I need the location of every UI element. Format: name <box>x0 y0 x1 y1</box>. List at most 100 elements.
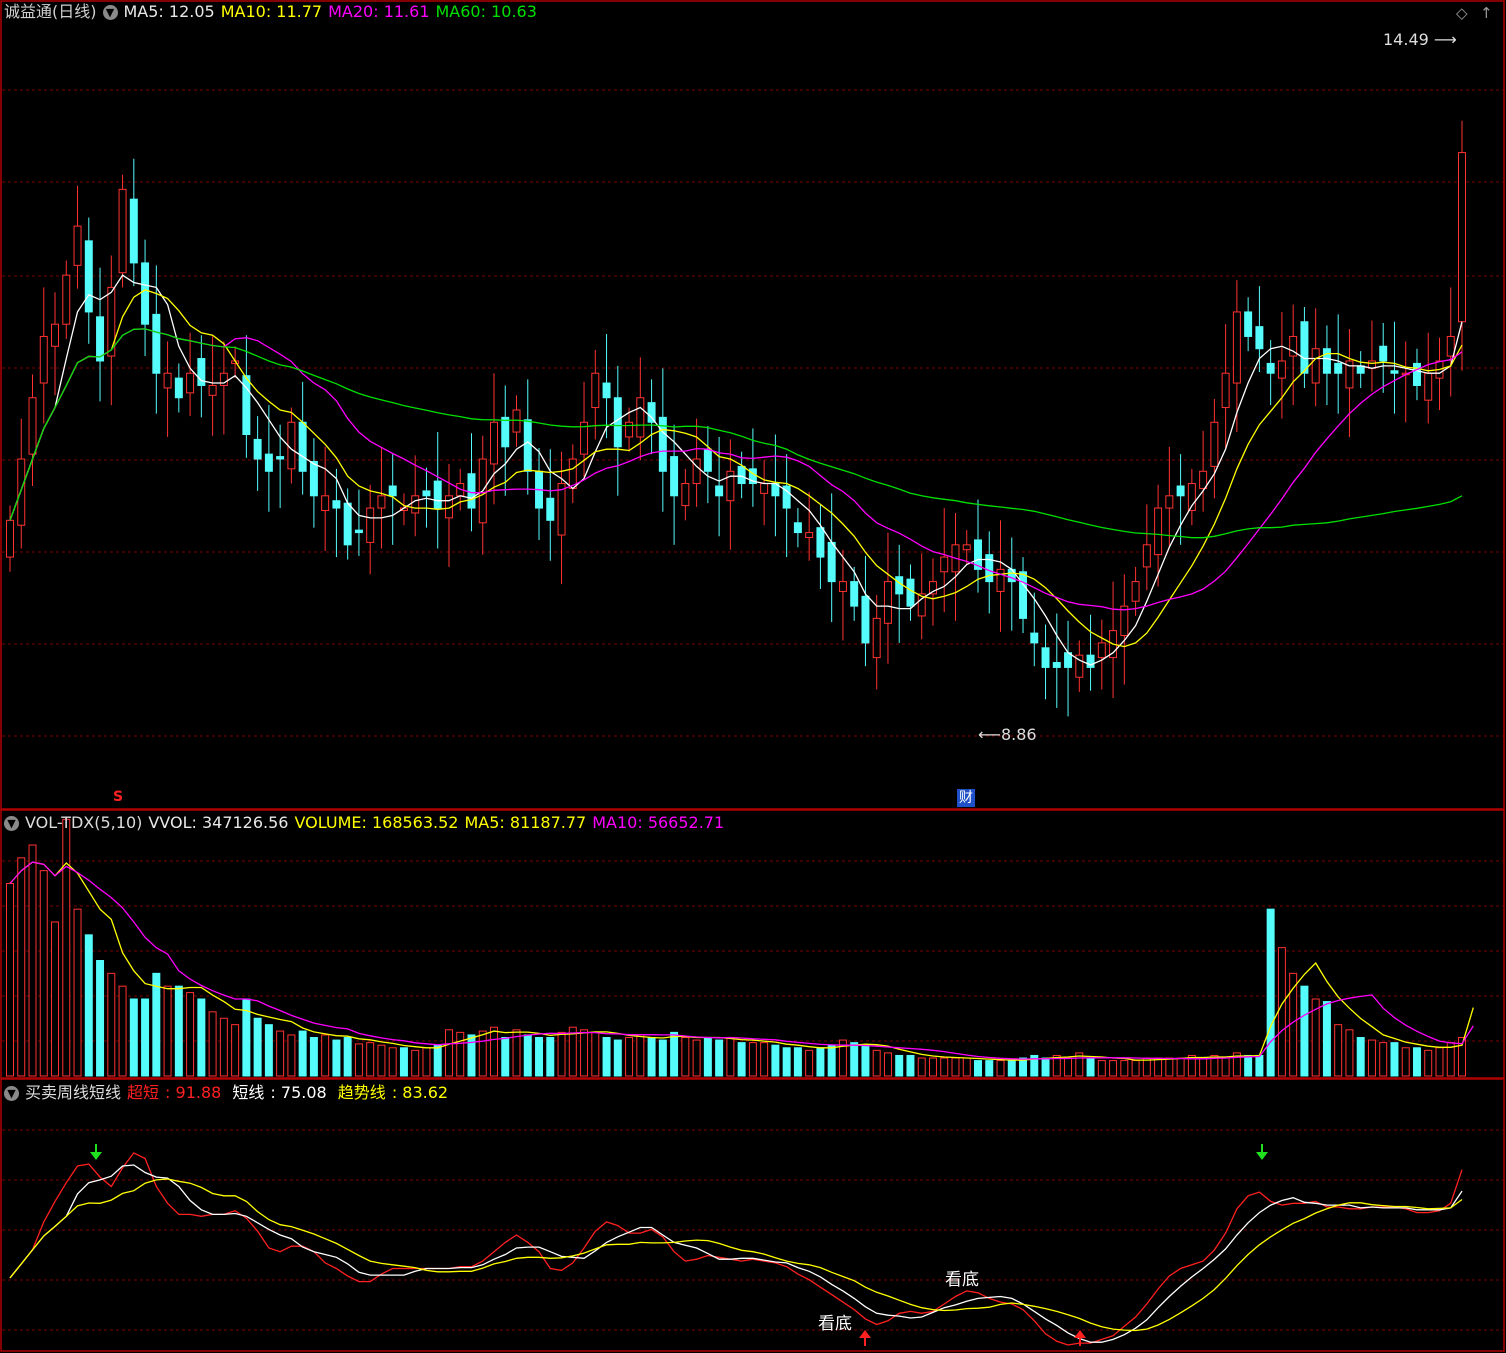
ma60-value: MA60: 10.63 <box>435 2 537 21</box>
dropdown-icon[interactable]: ▼ <box>102 5 118 20</box>
vvol-value: VVOL: 347126.56 <box>148 813 289 832</box>
volume-bar <box>928 1057 937 1077</box>
dropdown-icon[interactable]: ▼ <box>4 816 19 831</box>
duanxian-line <box>9 1164 1463 1343</box>
volume-bar <box>1199 1057 1208 1077</box>
candle-body <box>670 456 679 497</box>
ma5-value: MA5: 12.05 <box>123 2 215 21</box>
volume-bar <box>985 1060 994 1077</box>
candle-body <box>962 544 971 551</box>
volume-bar <box>1367 1039 1376 1077</box>
vol-ma10-value: MA10: 56652.71 <box>592 813 725 832</box>
chaoduan-value: : 91.88 <box>165 1083 222 1102</box>
candle-body <box>321 495 330 512</box>
candle-body <box>174 377 183 399</box>
sell-signal-mark: S <box>113 789 124 805</box>
volume-bar <box>208 1011 217 1077</box>
ma10-value: MA10: 11.77 <box>220 2 323 21</box>
volume-bar <box>1221 1057 1230 1077</box>
diamond-icon[interactable]: ◇ <box>1456 4 1468 22</box>
volume-pane-header: ▼ VOL-TDX(5,10) VVOL: 347126.56 VOLUME: 168… <box>4 811 730 835</box>
duanxian-value: : 75.08 <box>270 1083 327 1102</box>
volume-bar <box>591 1031 600 1077</box>
volume-bar <box>298 1030 307 1077</box>
candle-body <box>73 225 82 266</box>
candle-body <box>692 458 701 485</box>
volume-bar <box>264 1024 273 1077</box>
candle-body <box>1165 495 1174 509</box>
candle-body <box>253 438 262 460</box>
candle-body <box>343 502 352 546</box>
volume-bar <box>523 1034 532 1077</box>
volume-bar <box>625 1037 634 1077</box>
volume-bar <box>186 992 195 1077</box>
volume-bar <box>39 870 48 1077</box>
volume-bar <box>309 1037 318 1077</box>
volume-bar <box>951 1057 960 1077</box>
volume-bar <box>557 1031 566 1077</box>
volume-bar <box>219 1017 228 1077</box>
volume-bar <box>411 1049 420 1077</box>
qushi-line <box>9 1178 1463 1332</box>
candle-body <box>1311 348 1320 384</box>
volume-bar <box>152 972 161 1077</box>
chart-canvas <box>0 0 1505 1352</box>
volume-bar <box>1244 1054 1253 1077</box>
candle-body <box>1221 372 1230 409</box>
volume-bar <box>1424 1049 1433 1077</box>
candle-body <box>62 274 71 325</box>
candle-body <box>1390 370 1399 374</box>
candle-body <box>838 581 847 592</box>
volume-bar <box>1277 947 1286 1077</box>
candle-body <box>208 384 217 396</box>
candle-body <box>647 402 656 423</box>
candle-body <box>411 495 420 514</box>
volume-bar <box>962 1057 971 1077</box>
volume-bar <box>1266 908 1275 1077</box>
up-arrow-icon[interactable]: ↑ <box>1480 4 1493 22</box>
candle-body <box>591 372 600 409</box>
low-price-label: ⟵8.86 <box>978 725 1037 744</box>
volume-bar <box>1064 1057 1073 1077</box>
volume-bar <box>805 1049 814 1077</box>
candle-body <box>512 409 521 433</box>
candle-body <box>883 581 892 624</box>
candle-body <box>1131 581 1140 602</box>
candle-body <box>354 529 363 534</box>
candle-body <box>28 397 37 455</box>
finance-marker[interactable]: 财 <box>957 789 975 807</box>
volume-bar <box>1165 1057 1174 1077</box>
price-pane-header: 诚益通(日线) ▼ MA5: 12.05 MA10: 11.77 MA20: 11.61… <box>4 0 543 24</box>
dropdown-icon[interactable]: ▼ <box>4 1086 19 1101</box>
volume-bar <box>580 1029 589 1077</box>
volume-bar <box>276 1030 285 1077</box>
volume-bar <box>782 1047 791 1077</box>
volume-bar <box>974 1060 982 1077</box>
volume-bar <box>613 1039 622 1077</box>
ma20-value: MA20: 11.61 <box>328 2 430 21</box>
volume-bar <box>1300 985 1309 1077</box>
volume-bar <box>467 1034 476 1077</box>
candle-body <box>309 460 318 497</box>
candle-body <box>287 421 296 470</box>
candle-body <box>1446 335 1455 357</box>
bottom-tag-1: 看底 <box>818 1314 852 1334</box>
candle-body <box>1277 360 1286 379</box>
volume-bar <box>1109 1060 1118 1077</box>
candle-body <box>985 554 994 583</box>
volume-bar <box>444 1029 453 1077</box>
candle-body <box>1097 642 1106 659</box>
volume-bar <box>1176 1057 1185 1077</box>
volume-bar <box>287 1034 296 1077</box>
candle-body <box>1199 470 1208 489</box>
volume-bar <box>1345 1029 1354 1077</box>
volume-bar <box>917 1057 926 1077</box>
volume-bar <box>861 1044 870 1077</box>
candle-body <box>715 485 724 497</box>
candle-body <box>895 576 904 595</box>
candle-body <box>1334 362 1343 374</box>
volume-bar <box>253 1017 262 1077</box>
candle-body <box>760 483 769 494</box>
indicator-pane-header: ▼ 买卖周线短线 超短: 91.88 短线: 75.08 趋势线: 83.62 <box>4 1081 454 1105</box>
candle-body <box>298 421 307 472</box>
